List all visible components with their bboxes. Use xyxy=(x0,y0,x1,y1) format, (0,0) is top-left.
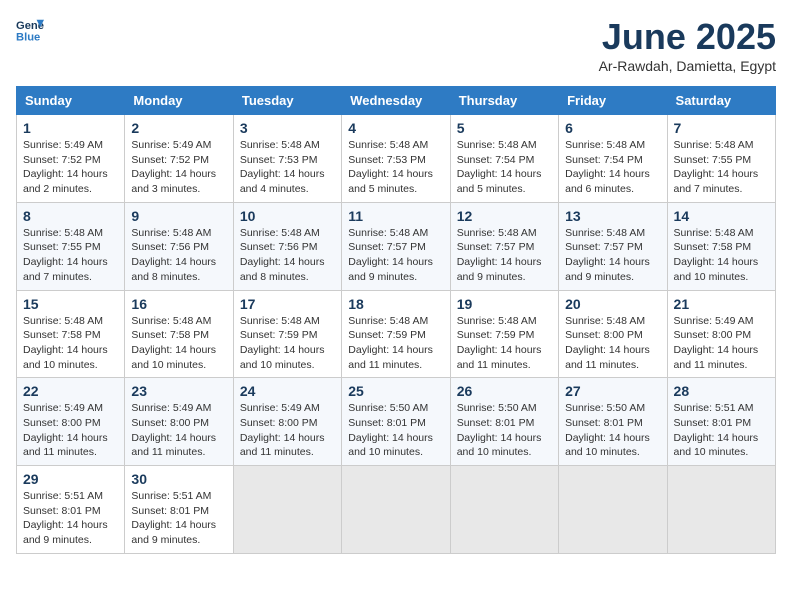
calendar-header-row: SundayMondayTuesdayWednesdayThursdayFrid… xyxy=(17,87,776,115)
table-row: 21Sunrise: 5:49 AMSunset: 8:00 PMDayligh… xyxy=(667,290,775,378)
table-row: 6Sunrise: 5:48 AMSunset: 7:54 PMDaylight… xyxy=(559,115,667,203)
table-row: 7Sunrise: 5:48 AMSunset: 7:55 PMDaylight… xyxy=(667,115,775,203)
col-header-thursday: Thursday xyxy=(450,87,558,115)
location: Ar-Rawdah, Damietta, Egypt xyxy=(599,58,776,74)
table-row: 9Sunrise: 5:48 AMSunset: 7:56 PMDaylight… xyxy=(125,202,233,290)
table-row xyxy=(559,466,667,554)
calendar-week-4: 22Sunrise: 5:49 AMSunset: 8:00 PMDayligh… xyxy=(17,378,776,466)
table-row: 26Sunrise: 5:50 AMSunset: 8:01 PMDayligh… xyxy=(450,378,558,466)
table-row: 28Sunrise: 5:51 AMSunset: 8:01 PMDayligh… xyxy=(667,378,775,466)
table-row: 4Sunrise: 5:48 AMSunset: 7:53 PMDaylight… xyxy=(342,115,450,203)
month-title: June 2025 xyxy=(599,16,776,58)
col-header-sunday: Sunday xyxy=(17,87,125,115)
table-row xyxy=(450,466,558,554)
table-row: 22Sunrise: 5:49 AMSunset: 8:00 PMDayligh… xyxy=(17,378,125,466)
table-row: 3Sunrise: 5:48 AMSunset: 7:53 PMDaylight… xyxy=(233,115,341,203)
table-row: 20Sunrise: 5:48 AMSunset: 8:00 PMDayligh… xyxy=(559,290,667,378)
table-row: 5Sunrise: 5:48 AMSunset: 7:54 PMDaylight… xyxy=(450,115,558,203)
calendar-week-1: 1Sunrise: 5:49 AMSunset: 7:52 PMDaylight… xyxy=(17,115,776,203)
col-header-friday: Friday xyxy=(559,87,667,115)
table-row: 10Sunrise: 5:48 AMSunset: 7:56 PMDayligh… xyxy=(233,202,341,290)
table-row: 27Sunrise: 5:50 AMSunset: 8:01 PMDayligh… xyxy=(559,378,667,466)
table-row xyxy=(667,466,775,554)
table-row: 11Sunrise: 5:48 AMSunset: 7:57 PMDayligh… xyxy=(342,202,450,290)
table-row xyxy=(233,466,341,554)
table-row: 14Sunrise: 5:48 AMSunset: 7:58 PMDayligh… xyxy=(667,202,775,290)
title-block: June 2025 Ar-Rawdah, Damietta, Egypt xyxy=(599,16,776,74)
calendar-week-3: 15Sunrise: 5:48 AMSunset: 7:58 PMDayligh… xyxy=(17,290,776,378)
table-row: 29Sunrise: 5:51 AMSunset: 8:01 PMDayligh… xyxy=(17,466,125,554)
page-header: General Blue June 2025 Ar-Rawdah, Damiet… xyxy=(16,16,776,74)
table-row: 1Sunrise: 5:49 AMSunset: 7:52 PMDaylight… xyxy=(17,115,125,203)
calendar-table: SundayMondayTuesdayWednesdayThursdayFrid… xyxy=(16,86,776,554)
svg-text:Blue: Blue xyxy=(16,31,40,43)
table-row: 25Sunrise: 5:50 AMSunset: 8:01 PMDayligh… xyxy=(342,378,450,466)
table-row: 23Sunrise: 5:49 AMSunset: 8:00 PMDayligh… xyxy=(125,378,233,466)
table-row: 30Sunrise: 5:51 AMSunset: 8:01 PMDayligh… xyxy=(125,466,233,554)
table-row: 17Sunrise: 5:48 AMSunset: 7:59 PMDayligh… xyxy=(233,290,341,378)
table-row: 12Sunrise: 5:48 AMSunset: 7:57 PMDayligh… xyxy=(450,202,558,290)
col-header-tuesday: Tuesday xyxy=(233,87,341,115)
col-header-wednesday: Wednesday xyxy=(342,87,450,115)
table-row: 24Sunrise: 5:49 AMSunset: 8:00 PMDayligh… xyxy=(233,378,341,466)
table-row: 8Sunrise: 5:48 AMSunset: 7:55 PMDaylight… xyxy=(17,202,125,290)
table-row: 18Sunrise: 5:48 AMSunset: 7:59 PMDayligh… xyxy=(342,290,450,378)
calendar-week-2: 8Sunrise: 5:48 AMSunset: 7:55 PMDaylight… xyxy=(17,202,776,290)
table-row: 13Sunrise: 5:48 AMSunset: 7:57 PMDayligh… xyxy=(559,202,667,290)
table-row: 2Sunrise: 5:49 AMSunset: 7:52 PMDaylight… xyxy=(125,115,233,203)
col-header-monday: Monday xyxy=(125,87,233,115)
table-row: 15Sunrise: 5:48 AMSunset: 7:58 PMDayligh… xyxy=(17,290,125,378)
table-row xyxy=(342,466,450,554)
table-row: 19Sunrise: 5:48 AMSunset: 7:59 PMDayligh… xyxy=(450,290,558,378)
logo: General Blue xyxy=(16,16,44,44)
table-row: 16Sunrise: 5:48 AMSunset: 7:58 PMDayligh… xyxy=(125,290,233,378)
calendar-week-5: 29Sunrise: 5:51 AMSunset: 8:01 PMDayligh… xyxy=(17,466,776,554)
col-header-saturday: Saturday xyxy=(667,87,775,115)
logo-icon: General Blue xyxy=(16,16,44,44)
